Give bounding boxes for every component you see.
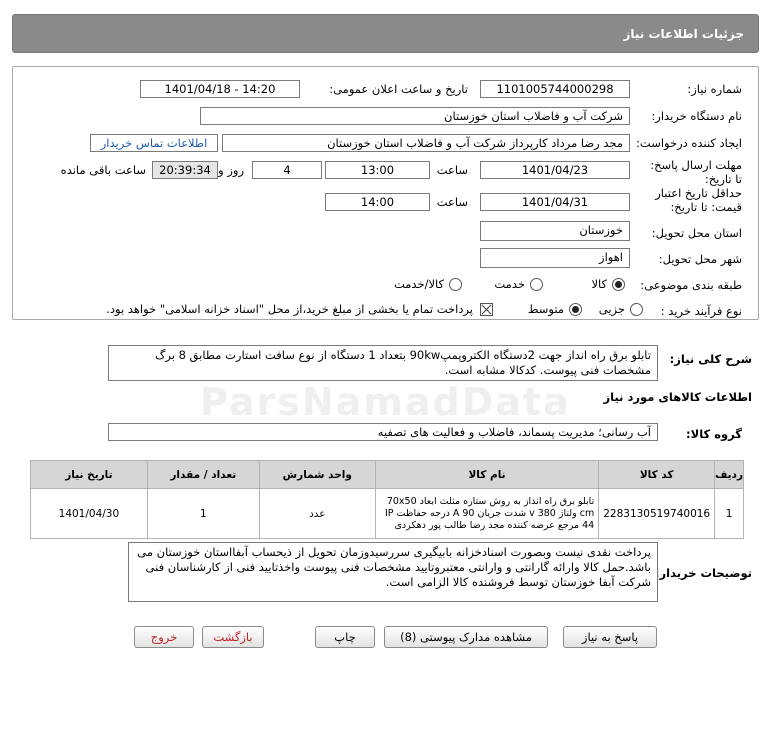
category-goods-radio[interactable] [612, 278, 625, 291]
goods-section-title: اطلاعات کالاهای مورد نیاز [603, 390, 752, 404]
province-field: خوزستان [480, 221, 630, 241]
deadline-label: مهلت ارسال پاسخ: تا تاریخ: [650, 158, 742, 186]
items-table: ردیف کد کالا نام کالا واحد شمارش تعداد /… [30, 460, 744, 539]
deadline-time-label: ساعت [436, 163, 468, 177]
treasury-payment-checkbox[interactable] [480, 303, 493, 316]
page-header: جزئیات اطلاعات نیاز [12, 14, 759, 53]
category-service-label: خدمت [494, 277, 525, 291]
table-row: 1 2283130519740016 تابلو برق راه انداز ب… [30, 488, 744, 539]
category-service-radio[interactable] [530, 278, 543, 291]
validity-time-label: ساعت [436, 195, 468, 209]
category-label: طبقه بندی موضوعی: [640, 278, 742, 292]
page-title: جزئیات اطلاعات نیاز [623, 27, 744, 41]
buyer-contact-link[interactable]: اطلاعات تماس خریدار [90, 134, 218, 152]
col-unit: واحد شمارش [258, 460, 376, 489]
validity-time-field: 14:00 [325, 193, 430, 211]
row-qty: 1 [146, 488, 260, 539]
print-button[interactable]: چاپ [315, 626, 375, 648]
items-table-header: ردیف کد کالا نام کالا واحد شمارش تعداد /… [30, 460, 744, 489]
days-field: 4 [252, 161, 322, 179]
watermark-text: ParsNamadData [200, 380, 571, 424]
remaining-time-field: 20:39:34 [152, 161, 218, 179]
row-date: 1401/04/30 [30, 488, 148, 539]
validity-label: حداقل تاریخ اعتبار قیمت: تا تاریخ: [655, 186, 742, 214]
col-name: نام کالا [374, 460, 600, 489]
creator-label: ایجاد کننده درخواست: [636, 136, 742, 150]
row-name: تابلو برق راه انداز به روش ستاره مثلث اب… [374, 488, 600, 539]
remaining-label: ساعت باقی مانده [60, 163, 146, 177]
row-index: 1 [714, 488, 744, 539]
buyer-notes-label: توضیحات خریدار: [654, 566, 752, 580]
process-medium-radio[interactable] [569, 303, 582, 316]
goods-group-field: آب رسانی؛ مدیریت پسماند، فاضلاب و فعالیت… [108, 423, 658, 441]
description-text: تابلو برق راه انداز جهت 2دستگاه الکتروپم… [108, 345, 658, 381]
announce-field: 1401/04/18 - 14:20 [140, 80, 300, 98]
days-label: روز و [218, 163, 244, 177]
process-label: نوع فرآیند خرید : [660, 304, 742, 318]
category-goods-service-radio[interactable] [449, 278, 462, 291]
city-label: شهر محل تحویل: [658, 252, 742, 266]
process-minor-label: جزیی [598, 302, 625, 316]
col-qty: تعداد / مقدار [146, 460, 260, 489]
deadline-date-field: 1401/04/23 [480, 161, 630, 179]
creator-field: مجد رضا مرداد کارپرداز شرکت آب و فاضلاب … [222, 134, 630, 152]
buyer-org-field: شرکت آب و فاضلاب استان خوزستان [200, 107, 630, 125]
description-label: شرح کلی نیاز: [669, 352, 752, 366]
back-button[interactable]: بازگشت [202, 626, 264, 648]
category-goods-service-label: کالا/خدمت [393, 277, 444, 291]
process-medium-label: متوسط [527, 302, 564, 316]
row-code: 2283130519740016 [598, 488, 716, 539]
city-field: اهواز [480, 248, 630, 268]
col-index: ردیف [714, 460, 744, 489]
col-code: کد کالا [598, 460, 716, 489]
buyer-org-label: نام دستگاه خریدار: [651, 109, 742, 123]
deadline-time-field: 13:00 [325, 161, 430, 179]
process-minor-radio[interactable] [630, 303, 643, 316]
buyer-notes-text: پرداخت نقدی نیست وبصورت اسنادخزانه بابیگ… [128, 542, 658, 602]
category-goods-label: کالا [591, 277, 607, 291]
exit-button[interactable]: خروج [134, 626, 194, 648]
goods-group-label: گروه کالا: [686, 427, 742, 441]
view-attachments-button[interactable]: مشاهده مدارک پیوستی (8) [384, 626, 548, 648]
validity-date-field: 1401/04/31 [480, 193, 630, 211]
col-date: تاریخ نیاز [30, 460, 148, 489]
treasury-payment-note: پرداخت تمام یا بخشی از مبلغ خرید،از محل … [106, 302, 473, 316]
announce-label: تاریخ و ساعت اعلان عمومی: [329, 82, 468, 96]
need-number-label: شماره نیاز: [687, 82, 742, 96]
need-number-field: 1101005744000298 [480, 80, 630, 98]
reply-button[interactable]: پاسخ به نیاز [563, 626, 657, 648]
row-unit: عدد [258, 488, 376, 539]
province-label: استان محل تحویل: [651, 226, 742, 240]
